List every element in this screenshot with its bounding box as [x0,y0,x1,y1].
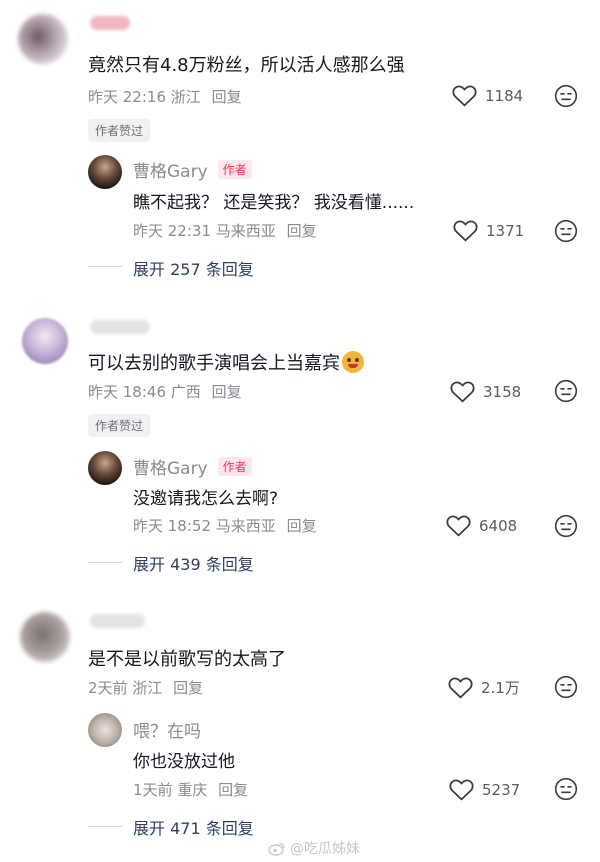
comment-time: 昨天 18:46 [88,383,166,401]
like-count: 5237 [482,780,521,799]
reply-location: 重庆 [177,781,208,799]
watermark-text: @吃瓜姊妹 [290,841,360,857]
username-blurred[interactable] [90,320,150,334]
divider-line [88,266,122,267]
like-count: 1184 [485,86,524,105]
like-button[interactable]: 3158 [450,380,521,403]
dislike-icon[interactable] [554,514,578,538]
dislike-icon[interactable] [554,675,578,699]
comment-text: 竟然只有4.8万粉丝，所以活人感那么强 [88,55,405,76]
avatar[interactable] [22,318,68,364]
reply-text: 没邀请我怎么去啊? [133,489,279,509]
watermark: @吃瓜姊妹 [268,838,360,858]
reply-button[interactable]: 回复 [287,222,317,240]
heart-icon [446,515,471,537]
like-count: 6408 [479,516,518,535]
avatar[interactable] [18,14,68,64]
dislike-icon[interactable] [554,219,578,243]
username-blurred[interactable] [90,614,145,628]
reply-time: 昨天 18:52 [133,517,211,535]
like-count: 1371 [486,221,525,240]
reply-username[interactable]: 曹格Gary [133,157,208,182]
like-count: 3158 [483,382,522,401]
author-liked-badge: 作者赞过 [88,119,151,142]
username-blurred[interactable] [90,16,130,30]
comment-location: 浙江 [132,679,163,697]
comment-location: 浙江 [170,88,201,106]
reply-username[interactable]: 喂？在吗 [133,717,201,742]
like-button[interactable]: 1184 [452,84,523,107]
reply-meta: 昨天 22:31 马来西亚 回复 [133,220,317,241]
reply-button[interactable]: 回复 [287,517,317,535]
comment-meta: 2天前 浙江 回复 [88,677,203,698]
author-liked-badge: 作者赞过 [88,414,151,437]
like-button[interactable]: 2.1万 [448,676,520,699]
weibo-logo-icon [268,842,285,856]
reply-location: 马来西亚 [215,517,276,535]
reply-text: 你也没放过他 [133,752,235,772]
comment-meta: 昨天 18:46 广西 回复 [88,381,242,402]
like-button[interactable]: 1371 [453,219,524,242]
reply-button[interactable]: 回复 [173,679,203,697]
divider-line [88,826,122,827]
comment-time: 昨天 22:16 [88,88,166,106]
like-count: 2.1万 [481,679,520,697]
expand-replies-link[interactable]: 展开 439 条回复 [133,551,254,575]
author-tag: 作者 [217,457,252,476]
reply-meta: 昨天 18:52 马来西亚 回复 [133,515,317,536]
dislike-icon[interactable] [554,84,578,108]
reply-button[interactable]: 回复 [212,88,242,106]
comment-meta: 昨天 22:16 浙江 回复 [88,86,242,107]
like-button[interactable]: 6408 [446,514,517,537]
reply-location: 马来西亚 [215,222,276,240]
avatar[interactable] [88,451,122,485]
comment-text: 可以去别的歌手演唱会上当嘉宾 [88,349,364,375]
comment-text: 是不是以前歌写的太高了 [88,649,286,670]
heart-icon [449,779,474,801]
reply-text: 瞧不起我？ 还是笑我？ 我没看懂...... [133,193,415,213]
heart-icon [450,381,475,403]
author-tag: 作者 [217,160,252,179]
comment-time: 2天前 [88,679,128,697]
reply-time: 昨天 22:31 [133,222,211,240]
divider-line [88,562,122,563]
expand-replies-link[interactable]: 展开 471 条回复 [133,815,254,839]
comment-location: 广西 [170,383,201,401]
reply-time: 1天前 [133,781,173,799]
reply-username[interactable]: 曹格Gary [133,454,208,479]
reply-button[interactable]: 回复 [218,781,248,799]
expand-replies-link[interactable]: 展开 257 条回复 [133,256,254,280]
emoji-icon [342,351,364,373]
avatar[interactable] [88,713,122,747]
heart-icon [452,85,477,107]
dislike-icon[interactable] [554,379,578,403]
dislike-icon[interactable] [554,777,578,801]
reply-button[interactable]: 回复 [212,383,242,401]
heart-icon [453,220,478,242]
like-button[interactable]: 5237 [449,778,520,801]
reply-meta: 1天前 重庆 回复 [133,779,248,800]
avatar[interactable] [88,155,122,189]
heart-icon [448,677,473,699]
avatar[interactable] [20,612,70,662]
